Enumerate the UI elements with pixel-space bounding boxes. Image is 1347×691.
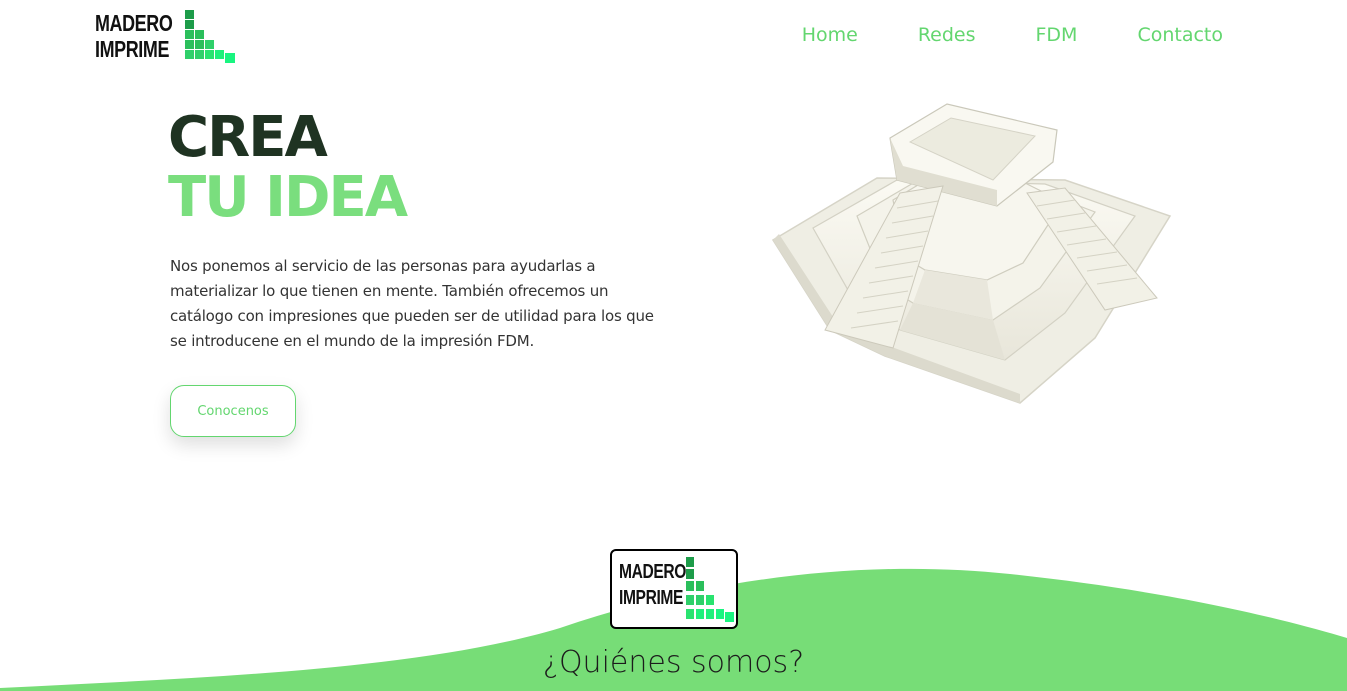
pyramid-print-image [771,103,1172,404]
hero-title: CREA TU IDEA [168,105,408,230]
nav-fdm[interactable]: FDM [1036,24,1078,46]
brand-logo[interactable]: MADERO IMPRIME [95,10,240,66]
hero-title-line1: CREA [168,105,328,170]
badge-line1: MADERO [619,561,686,583]
hero-title-line2: TU IDEA [168,165,408,230]
conocenos-button[interactable]: Conocenos [170,385,296,437]
nav-home[interactable]: Home [802,24,858,46]
nav-redes[interactable]: Redes [918,24,976,46]
about-logo-badge: MADERO IMPRIME [610,549,738,629]
brand-line1: MADERO [95,10,173,36]
main-nav: Home Redes FDM Contacto [802,24,1223,46]
about-section-title: ¿Quiénes somos? [542,645,805,680]
blocks-icon [185,10,235,63]
brand-line2: IMPRIME [95,36,170,62]
brand-wordmark: MADERO IMPRIME [95,10,173,62]
badge-line2: IMPRIME [619,587,684,609]
badge-blocks-icon [686,557,734,622]
nav-contacto[interactable]: Contacto [1137,24,1223,46]
hero-description: Nos ponemos al servicio de las personas … [170,257,654,350]
badge-wordmark: MADERO IMPRIME [619,559,686,611]
